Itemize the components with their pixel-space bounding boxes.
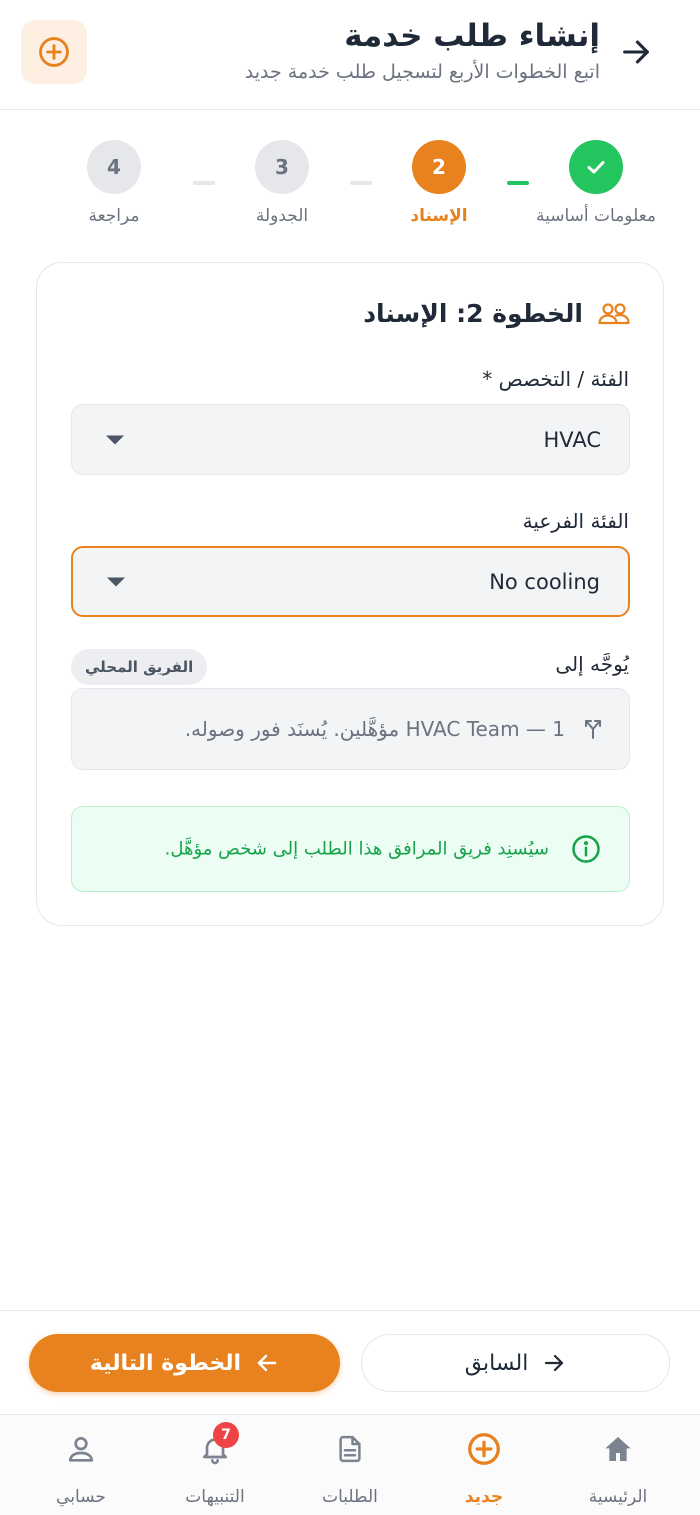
local-team-badge: الفريق المحلي: [71, 649, 208, 685]
route-text: HVAC Team — 1 مؤهَّلين. يُسنَد فور وصوله…: [184, 717, 565, 741]
step-label: مراجعة: [88, 206, 140, 226]
arrow-right-icon: [545, 1354, 564, 1372]
info-icon: [572, 835, 600, 863]
category-select[interactable]: HVAC: [71, 404, 630, 475]
nav-item-requests[interactable]: الطلبات: [290, 1429, 410, 1507]
user-icon: [69, 1437, 93, 1462]
step-scheduling[interactable]: 3 الجدولة: [207, 140, 357, 226]
nav-label: جديد: [464, 1487, 504, 1507]
action-bar: السابق الخطوة التالية: [0, 1310, 700, 1414]
next-step-label: الخطوة التالية: [89, 1350, 242, 1376]
step-connector: [193, 181, 215, 185]
previous-label: السابق: [464, 1350, 529, 1376]
subcategory-select[interactable]: No cooling: [71, 546, 630, 617]
card-title: الخطوة 2: الإسناد: [363, 299, 583, 328]
step-review[interactable]: 4 مراجعة: [39, 140, 189, 226]
chevron-down-icon: [107, 577, 125, 586]
plus-circle-icon: [468, 1433, 500, 1465]
nav-item-account[interactable]: حسابي: [21, 1429, 141, 1507]
step-number: 2: [412, 140, 466, 194]
home-icon: [605, 1437, 631, 1461]
nav-item-notifications[interactable]: 7 التنبيهات: [155, 1422, 275, 1507]
step-basic-info[interactable]: معلومات أساسية: [521, 140, 671, 226]
header-title-group: إنشاء طلب خدمة اتبع الخطوات الأربع لتسجي…: [245, 16, 600, 86]
info-notice: سيُسنِد فريق المرافق هذا الطلب إلى شخص م…: [71, 806, 630, 892]
subcategory-label: الفئة الفرعية: [522, 509, 629, 533]
document-icon: [339, 1435, 361, 1463]
assignment-card: الخطوة 2: الإسناد الفئة / التخصص * HVAC …: [36, 262, 664, 926]
info-text: سيُسنِد فريق المرافق هذا الطلب إلى شخص م…: [164, 838, 549, 860]
app-header: إنشاء طلب خدمة اتبع الخطوات الأربع لتسجي…: [0, 0, 700, 110]
route-icon: [585, 720, 601, 739]
step-number: 3: [255, 140, 309, 194]
previous-button[interactable]: السابق: [361, 1334, 670, 1392]
step-number: 4: [87, 140, 141, 194]
new-request-button[interactable]: [21, 20, 87, 84]
check-icon: [587, 161, 605, 174]
step-done-circle: [569, 140, 623, 194]
plus-circle-icon: [39, 37, 69, 67]
page-title: إنشاء طلب خدمة: [344, 18, 600, 54]
users-icon: [598, 302, 630, 324]
route-display: HVAC Team — 1 مؤهَّلين. يُسنَد فور وصوله…: [71, 688, 630, 770]
page-subtitle: اتبع الخطوات الأربع لتسجيل طلب خدمة جديد: [244, 61, 600, 83]
nav-label: الرئيسية: [588, 1487, 648, 1507]
nav-label: حسابي: [56, 1487, 106, 1507]
category-label: الفئة / التخصص *: [482, 367, 629, 391]
notification-count-badge: 7: [213, 1422, 239, 1448]
step-label: معلومات أساسية: [535, 206, 657, 226]
arrow-right-icon: [623, 40, 649, 64]
nav-item-new[interactable]: جديد: [424, 1429, 544, 1507]
back-button[interactable]: [614, 30, 658, 74]
route-label: يُوجَّه إلى: [555, 652, 629, 676]
category-value: HVAC: [543, 427, 601, 452]
card-header: الخطوة 2: الإسناد: [363, 299, 631, 328]
arrow-left-icon: [257, 1354, 277, 1372]
nav-label: التنبيهات: [185, 1487, 245, 1507]
subcategory-value: No cooling: [489, 569, 600, 594]
next-step-button[interactable]: الخطوة التالية: [29, 1334, 340, 1392]
step-label: الإسناد: [410, 206, 468, 226]
nav-item-home[interactable]: الرئيسية: [558, 1429, 678, 1507]
step-label: الجدولة: [255, 206, 309, 226]
nav-label: الطلبات: [322, 1487, 378, 1507]
step-assignment[interactable]: 2 الإسناد: [364, 140, 514, 226]
chevron-down-icon: [106, 435, 124, 444]
bottom-nav: الرئيسية جديد الطلبات 7 التنبيهات حسابي: [0, 1414, 700, 1515]
